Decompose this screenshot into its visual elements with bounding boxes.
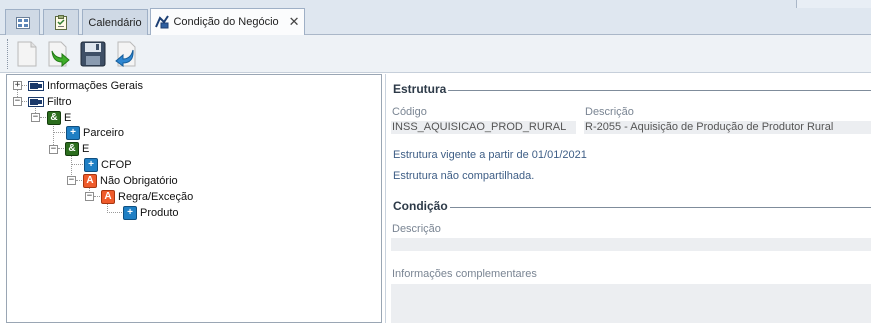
- tree-item-regra-excecao[interactable]: A Regra/Exceção: [101, 189, 193, 204]
- clipboard-icon: [55, 15, 67, 30]
- details-panel: Estrutura Código INSS_AQUISICAO_PROD_RUR…: [385, 74, 871, 323]
- tree-connector: [94, 196, 100, 197]
- business-icon: [155, 15, 170, 29]
- tree-connector: [53, 132, 65, 133]
- descricao-label: Descrição: [585, 106, 634, 118]
- collapse-icon[interactable]: −: [67, 176, 76, 185]
- informacoes-complementares-label: Informações complementares: [392, 268, 537, 280]
- save-button[interactable]: [79, 40, 107, 68]
- new-document-icon: [17, 41, 37, 67]
- tree-item-label: E: [82, 142, 90, 155]
- tabstrip-spacer: [796, 0, 871, 8]
- tree-item-label: Regra/Exceção: [118, 190, 194, 203]
- tree-connector: [40, 117, 46, 118]
- filter-node-icon: [28, 96, 44, 107]
- field-plus-icon: +: [66, 125, 80, 140]
- condicao-heading: Condição: [393, 199, 448, 213]
- expand-icon[interactable]: +: [13, 81, 22, 90]
- forward-button[interactable]: [45, 40, 73, 68]
- descricao-field[interactable]: R-2055 - Aquisição de Produção de Produt…: [584, 121, 871, 134]
- info-node-icon: [28, 80, 44, 91]
- tree-item-label: CFOP: [101, 158, 132, 171]
- tree-item-e[interactable]: & E: [65, 141, 89, 156]
- field-plus-icon: +: [123, 205, 137, 220]
- tab-strip: Calendário Condição do Negócio ✕: [0, 0, 871, 35]
- field-plus-icon: +: [84, 157, 98, 172]
- tree-item-label: Produto: [140, 206, 179, 219]
- tree-item-label: Filtro: [47, 95, 72, 108]
- section-divider: [448, 90, 871, 91]
- tab-clipboard[interactable]: [43, 9, 79, 35]
- back-arrow-icon: [115, 41, 136, 67]
- condicao-descricao-label: Descrição: [392, 223, 441, 235]
- filter-tree: + − − − − − Informações Gerais Filtro & …: [6, 74, 382, 323]
- tree-item-produto[interactable]: + Produto: [123, 205, 179, 220]
- and-operator-icon: &: [65, 141, 79, 156]
- tab-calendario[interactable]: Calendário: [82, 9, 148, 35]
- and-operator-icon: &: [47, 110, 61, 125]
- collapse-icon[interactable]: −: [13, 97, 22, 106]
- tree-item-nao-obrigatorio[interactable]: A Não Obrigatório: [83, 173, 178, 188]
- condicao-descricao-field[interactable]: [391, 238, 871, 251]
- close-icon[interactable]: ✕: [289, 15, 300, 30]
- vigencia-text: Estrutura vigente a partir de 01/01/2021: [393, 149, 587, 161]
- forward-arrow-icon: [48, 41, 70, 67]
- new-button[interactable]: [13, 40, 41, 68]
- toolbar-grip[interactable]: [7, 39, 10, 69]
- codigo-label: Código: [392, 106, 427, 118]
- tree-item-e[interactable]: & E: [47, 110, 71, 125]
- tab-grid[interactable]: [5, 9, 40, 35]
- tree-item-label: Informações Gerais: [47, 79, 143, 92]
- rule-operator-icon: A: [101, 189, 115, 204]
- collapse-icon[interactable]: −: [31, 113, 40, 122]
- tree-connector: [71, 164, 83, 165]
- tree-item-informacoes-gerais[interactable]: Informações Gerais: [28, 78, 143, 93]
- collapse-icon[interactable]: −: [49, 145, 58, 154]
- tree-item-label: E: [64, 111, 72, 124]
- estrutura-heading: Estrutura: [393, 82, 447, 96]
- collapse-icon[interactable]: −: [85, 192, 94, 201]
- tree-connector: [22, 101, 27, 102]
- tab-condicao-do-negocio[interactable]: Condição do Negócio ✕: [150, 8, 305, 35]
- section-divider: [450, 207, 871, 208]
- informacoes-complementares-textarea[interactable]: [391, 284, 871, 323]
- tab-label: Condição do Negócio: [173, 16, 279, 28]
- tree-connector: [22, 85, 27, 86]
- tree-connector: [107, 212, 122, 213]
- optional-operator-icon: A: [83, 173, 97, 188]
- toolbar: [0, 35, 871, 73]
- tree-item-label: Não Obrigatório: [100, 174, 178, 187]
- tab-label: Calendário: [88, 16, 142, 29]
- tree-item-filtro[interactable]: Filtro: [28, 94, 71, 109]
- codigo-field[interactable]: INSS_AQUISICAO_PROD_RURAL: [391, 121, 576, 134]
- tree-connector: [58, 148, 64, 149]
- tree-connector: [76, 180, 82, 181]
- tree-item-cfop[interactable]: + CFOP: [84, 157, 132, 172]
- tree-item-parceiro[interactable]: + Parceiro: [66, 125, 124, 140]
- tree-item-label: Parceiro: [83, 126, 124, 139]
- compartilhamento-text: Estrutura não compartilhada.: [393, 170, 535, 182]
- save-icon: [80, 41, 106, 67]
- back-button[interactable]: [112, 40, 140, 68]
- grid-icon: [15, 16, 30, 29]
